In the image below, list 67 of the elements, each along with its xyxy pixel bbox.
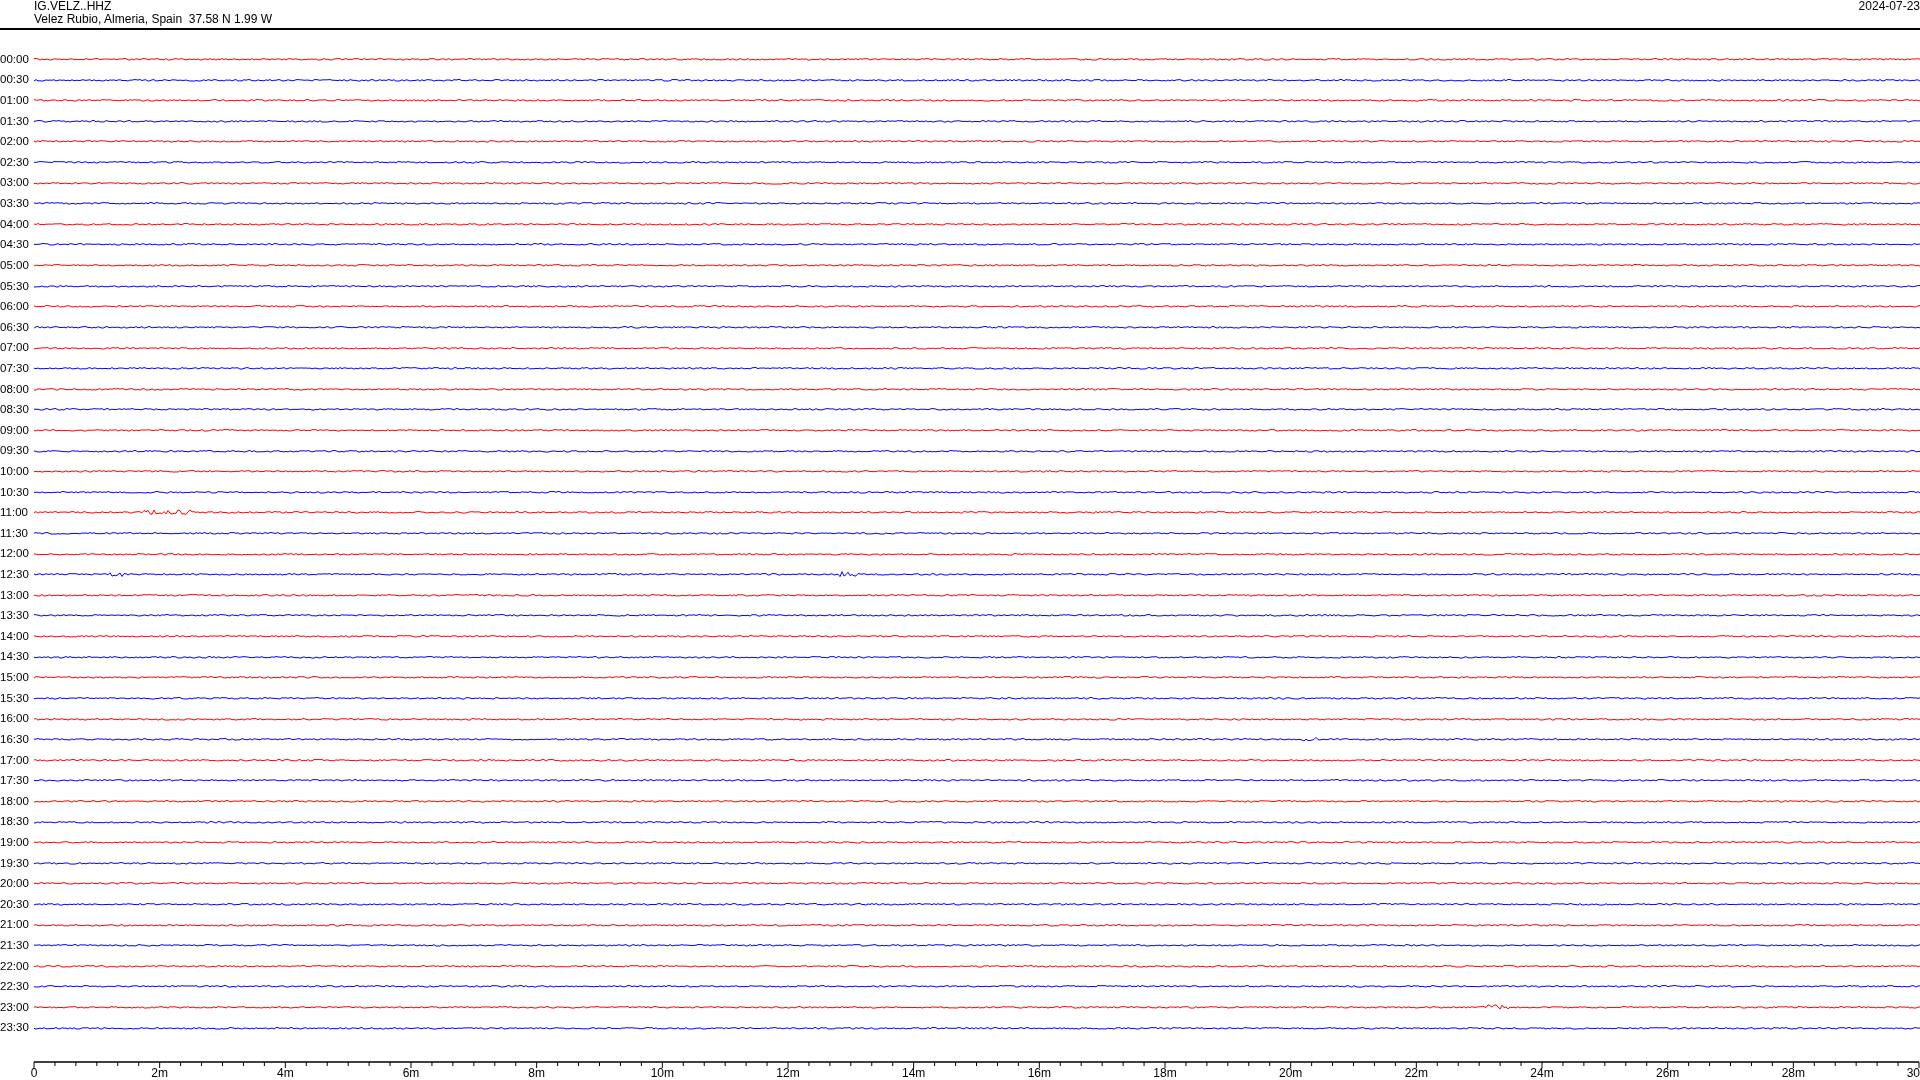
time-label: 19:30 [0, 856, 30, 870]
time-label: 01:30 [0, 114, 30, 128]
time-label: 23:30 [0, 1021, 30, 1035]
axis-label: 24m [1530, 1066, 1554, 1080]
time-label: 10:00 [0, 465, 30, 478]
axis-label: 14m [902, 1066, 926, 1080]
time-label: 07:30 [0, 361, 30, 375]
date-label: 2024-07-23 [1858, 0, 1920, 13]
time-label: 23:00 [0, 1000, 30, 1014]
station-code: IG.VELZ..HHZ [34, 0, 112, 13]
time-label: 08:00 [0, 382, 30, 396]
axis-label: 0 [30, 1066, 38, 1080]
time-label: 08:30 [0, 403, 30, 417]
time-label: 02:30 [0, 155, 30, 169]
time-label: 01:00 [0, 94, 30, 107]
axis-label: 12m [776, 1066, 800, 1080]
time-label: 07:00 [0, 341, 30, 355]
time-label: 16:00 [0, 712, 30, 726]
time-label: 18:30 [0, 815, 30, 829]
time-label: 19:00 [0, 835, 30, 849]
axis-label: 30 [1906, 1066, 1920, 1080]
axis-label: 28m [1781, 1066, 1805, 1080]
time-label: 21:30 [0, 939, 30, 952]
axis-label: 26m [1656, 1066, 1680, 1080]
time-label: 11:30 [0, 526, 29, 540]
time-label: 02:00 [0, 135, 30, 149]
axis-label: 16m [1027, 1066, 1051, 1080]
time-label: 04:30 [0, 238, 30, 252]
time-label: 10:30 [0, 485, 30, 499]
time-label: 15:00 [0, 671, 30, 685]
time-label: 12:30 [0, 568, 30, 582]
time-label: 17:00 [0, 753, 30, 767]
axis-label: 20m [1279, 1066, 1303, 1080]
station-location: Velez Rubio, Almeria, Spain 37.58 N 1.99 W [34, 13, 274, 26]
time-label: 09:00 [0, 423, 30, 437]
time-label: 12:00 [0, 547, 30, 561]
axis-label: 22m [1404, 1066, 1428, 1080]
time-label: 20:30 [0, 897, 30, 911]
time-label: 13:30 [0, 609, 30, 623]
time-label: 11:00 [0, 506, 29, 520]
time-label: 05:00 [0, 258, 30, 272]
time-label: 06:30 [0, 320, 30, 334]
time-label: 18:00 [0, 794, 30, 808]
time-label: 13:00 [0, 588, 30, 602]
time-label: 22:30 [0, 980, 30, 994]
axis-label: 8m [528, 1066, 545, 1080]
axis-label: 10m [650, 1066, 674, 1080]
time-label: 16:30 [0, 732, 30, 746]
axis-label: 6m [402, 1066, 420, 1080]
axis-label: 18m [1153, 1066, 1177, 1080]
time-label: 22:00 [0, 959, 30, 973]
time-label: 20:00 [0, 877, 30, 891]
time-label: 14:00 [0, 629, 30, 643]
time-label: 00:00 [0, 52, 30, 66]
time-label: 05:30 [0, 279, 30, 293]
axis-label: 4m [277, 1066, 294, 1080]
axis-label: 2m [151, 1066, 168, 1080]
time-label: 15:30 [0, 691, 30, 705]
time-label: 17:30 [0, 774, 30, 788]
time-label: 00:30 [0, 73, 30, 87]
time-label: 14:30 [0, 650, 30, 664]
time-label: 09:30 [0, 444, 30, 458]
time-label: 03:00 [0, 176, 30, 190]
time-label: 06:00 [0, 300, 30, 314]
time-label: 03:30 [0, 197, 30, 211]
time-label: 04:00 [0, 217, 30, 231]
time-label: 21:00 [0, 918, 30, 932]
